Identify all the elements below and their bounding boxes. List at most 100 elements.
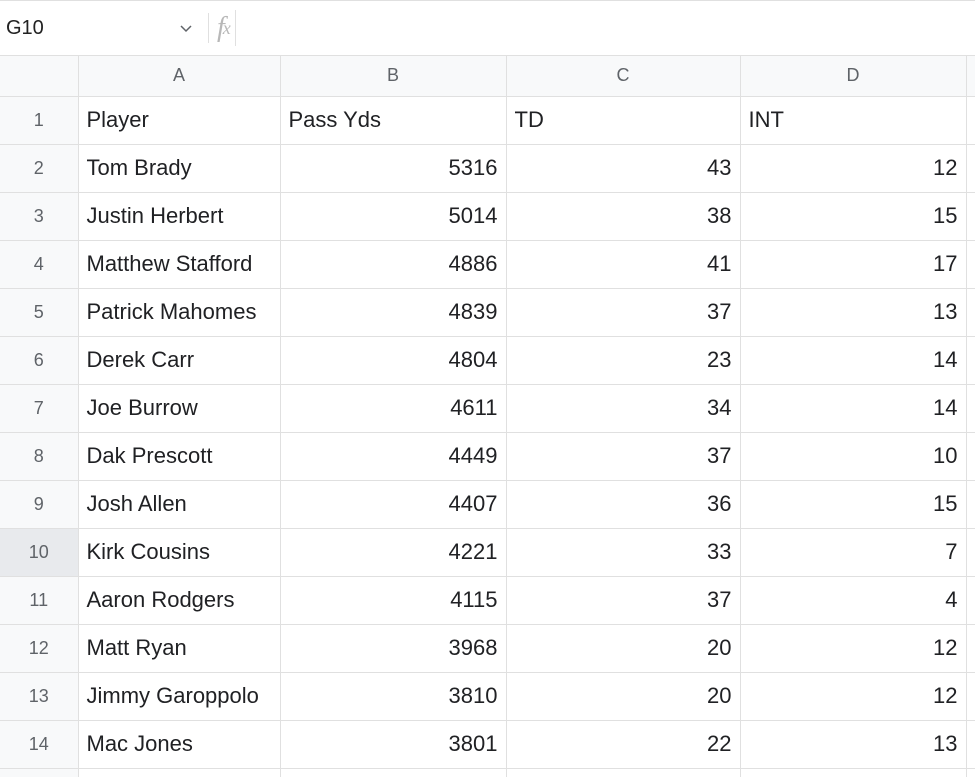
cell-C5[interactable]: 37 [506, 288, 740, 336]
cell-C12[interactable]: 20 [506, 624, 740, 672]
cell-B5[interactable]: 4839 [280, 288, 506, 336]
cell-A7[interactable]: Joe Burrow [78, 384, 280, 432]
row-header-7[interactable]: 7 [0, 384, 78, 432]
cell-C4[interactable]: 41 [506, 240, 740, 288]
cell-D11[interactable]: 4 [740, 576, 966, 624]
cell-C13[interactable]: 20 [506, 672, 740, 720]
cell-A4[interactable]: Matthew Stafford [78, 240, 280, 288]
row-header-8[interactable]: 8 [0, 432, 78, 480]
cell-C11[interactable]: 37 [506, 576, 740, 624]
cell-A11[interactable]: Aaron Rodgers [78, 576, 280, 624]
cell-B15[interactable]: 3787 [280, 768, 506, 777]
cell-B7[interactable]: 4611 [280, 384, 506, 432]
cell-A14[interactable]: Mac Jones [78, 720, 280, 768]
cell-E12[interactable] [966, 624, 975, 672]
column-header-C[interactable]: C [506, 56, 740, 96]
cell-C15[interactable]: 24 [506, 768, 740, 777]
row-header-3[interactable]: 3 [0, 192, 78, 240]
cell-E14[interactable] [966, 720, 975, 768]
cell-B11[interactable]: 4115 [280, 576, 506, 624]
cell-E5[interactable] [966, 288, 975, 336]
select-all-corner[interactable] [0, 56, 78, 96]
cell-D12[interactable]: 12 [740, 624, 966, 672]
row-header-6[interactable]: 6 [0, 336, 78, 384]
cell-D14[interactable]: 13 [740, 720, 966, 768]
column-header-B[interactable]: B [280, 56, 506, 96]
row-header-9[interactable]: 9 [0, 480, 78, 528]
cell-D3[interactable]: 15 [740, 192, 966, 240]
cell-C6[interactable]: 23 [506, 336, 740, 384]
cell-D13[interactable]: 12 [740, 672, 966, 720]
cell-E1[interactable] [966, 96, 975, 144]
cell-E6[interactable] [966, 336, 975, 384]
cell-B4[interactable]: 4886 [280, 240, 506, 288]
cell-E8[interactable] [966, 432, 975, 480]
cell-B9[interactable]: 4407 [280, 480, 506, 528]
cell-C14[interactable]: 22 [506, 720, 740, 768]
cell-B14[interactable]: 3801 [280, 720, 506, 768]
row-header-5[interactable]: 5 [0, 288, 78, 336]
cell-E10[interactable] [966, 528, 975, 576]
cell-B2[interactable]: 5316 [280, 144, 506, 192]
cell-C8[interactable]: 37 [506, 432, 740, 480]
cell-B1[interactable]: Pass Yds [280, 96, 506, 144]
cell-E4[interactable] [966, 240, 975, 288]
cell-A2[interactable]: Tom Brady [78, 144, 280, 192]
column-header-D[interactable]: D [740, 56, 966, 96]
cell-B12[interactable]: 3968 [280, 624, 506, 672]
name-box[interactable]: G10 [0, 1, 200, 55]
row-header-14[interactable]: 14 [0, 720, 78, 768]
row-header-10[interactable]: 10 [0, 528, 78, 576]
cell-A10[interactable]: Kirk Cousins [78, 528, 280, 576]
row-header-15[interactable]: 15 [0, 768, 78, 777]
cell-C1[interactable]: TD [506, 96, 740, 144]
cell-A3[interactable]: Justin Herbert [78, 192, 280, 240]
cell-D9[interactable]: 15 [740, 480, 966, 528]
cell-B6[interactable]: 4804 [280, 336, 506, 384]
formula-input[interactable] [236, 1, 975, 55]
cell-D2[interactable]: 12 [740, 144, 966, 192]
cell-A13[interactable]: Jimmy Garoppolo [78, 672, 280, 720]
spreadsheet-grid[interactable]: A B C D 1 Player Pass Yds TD INT 2 Tom B… [0, 56, 975, 777]
row-header-13[interactable]: 13 [0, 672, 78, 720]
cell-E11[interactable] [966, 576, 975, 624]
cell-C10[interactable]: 33 [506, 528, 740, 576]
row-header-2[interactable]: 2 [0, 144, 78, 192]
cell-E7[interactable] [966, 384, 975, 432]
cell-C2[interactable]: 43 [506, 144, 740, 192]
row-header-4[interactable]: 4 [0, 240, 78, 288]
cell-A1[interactable]: Player [78, 96, 280, 144]
cell-E9[interactable] [966, 480, 975, 528]
cell-A9[interactable]: Josh Allen [78, 480, 280, 528]
column-header-E[interactable] [966, 56, 975, 96]
cell-D1[interactable]: INT [740, 96, 966, 144]
cell-D4[interactable]: 17 [740, 240, 966, 288]
cell-E3[interactable] [966, 192, 975, 240]
cell-B13[interactable]: 3810 [280, 672, 506, 720]
cell-D10[interactable]: 7 [740, 528, 966, 576]
cell-B3[interactable]: 5014 [280, 192, 506, 240]
cell-A15[interactable]: Kyler Murray [78, 768, 280, 777]
cell-B10[interactable]: 4221 [280, 528, 506, 576]
cell-D8[interactable]: 10 [740, 432, 966, 480]
cell-D7[interactable]: 14 [740, 384, 966, 432]
cell-B8[interactable]: 4449 [280, 432, 506, 480]
cell-D6[interactable]: 14 [740, 336, 966, 384]
chevron-down-icon[interactable] [172, 20, 200, 36]
cell-D5[interactable]: 13 [740, 288, 966, 336]
cell-A6[interactable]: Derek Carr [78, 336, 280, 384]
row-header-11[interactable]: 11 [0, 576, 78, 624]
cell-C9[interactable]: 36 [506, 480, 740, 528]
cell-E15[interactable] [966, 768, 975, 777]
cell-C3[interactable]: 38 [506, 192, 740, 240]
column-header-A[interactable]: A [78, 56, 280, 96]
cell-C7[interactable]: 34 [506, 384, 740, 432]
cell-E2[interactable] [966, 144, 975, 192]
cell-A5[interactable]: Patrick Mahomes [78, 288, 280, 336]
cell-A12[interactable]: Matt Ryan [78, 624, 280, 672]
row-header-1[interactable]: 1 [0, 96, 78, 144]
cell-D15[interactable]: 10 [740, 768, 966, 777]
row-header-12[interactable]: 12 [0, 624, 78, 672]
cell-A8[interactable]: Dak Prescott [78, 432, 280, 480]
cell-E13[interactable] [966, 672, 975, 720]
